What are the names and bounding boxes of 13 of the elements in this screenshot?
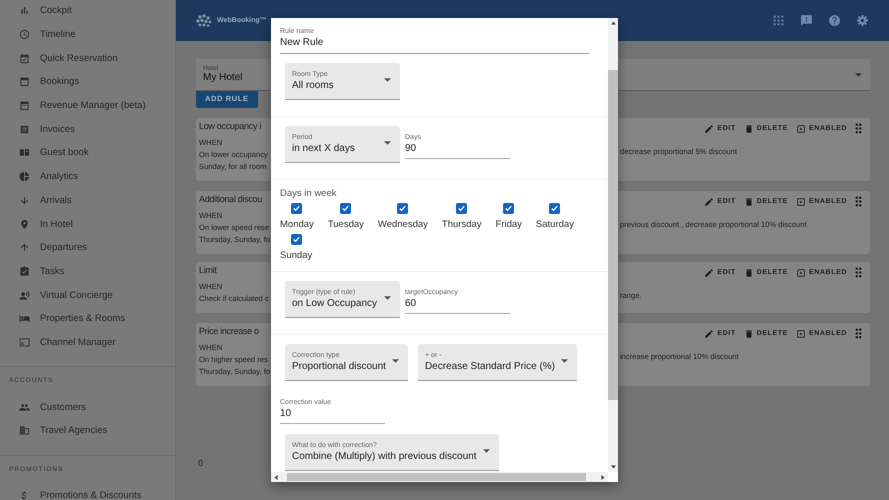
rule-title: Price increase o bbox=[199, 326, 260, 336]
checkbox-label: Saturday bbox=[536, 219, 574, 230]
rule-title: Limit bbox=[199, 265, 218, 275]
rule-count: 0 bbox=[197, 458, 204, 468]
rule-title: Additional discou bbox=[199, 194, 263, 204]
checkbox-label: Tuesday bbox=[328, 219, 364, 230]
rule-title: Low occupancy i bbox=[199, 121, 262, 131]
checkbox-label: Wednesday bbox=[378, 219, 428, 230]
checkbox-label: Friday bbox=[496, 219, 522, 230]
section-title: Days in week bbox=[280, 188, 338, 199]
checkbox-label: Sunday bbox=[280, 250, 312, 261]
checkbox-label: Monday bbox=[280, 219, 314, 230]
checkbox-label: Thursday bbox=[442, 219, 482, 230]
